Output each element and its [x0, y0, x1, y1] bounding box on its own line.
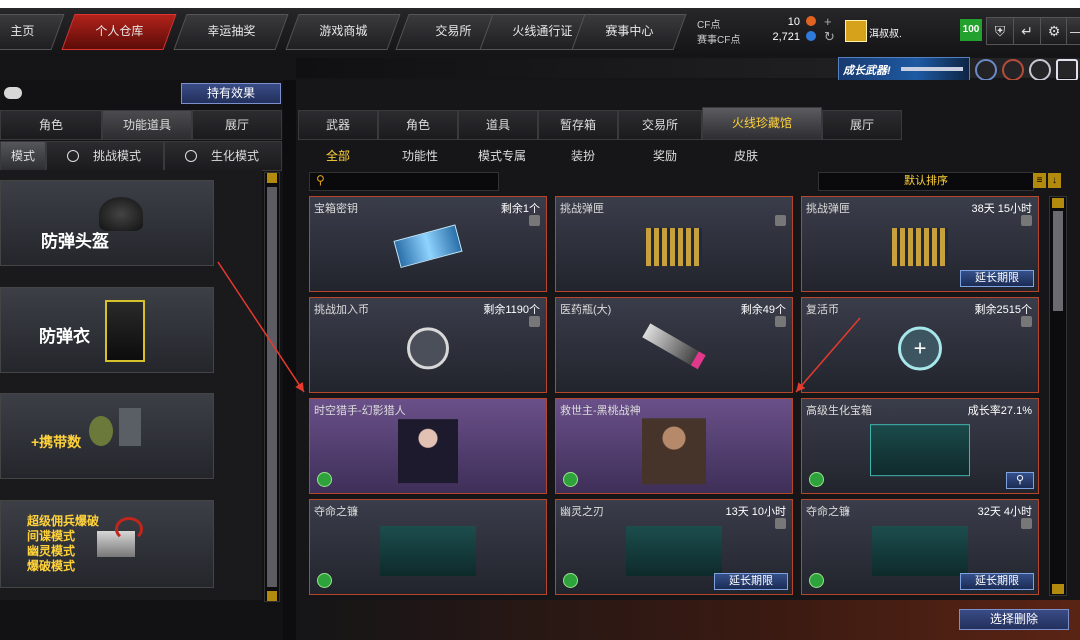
arrow-right	[795, 317, 861, 393]
arrow-left	[217, 261, 305, 393]
annotation-arrows	[217, 261, 861, 393]
